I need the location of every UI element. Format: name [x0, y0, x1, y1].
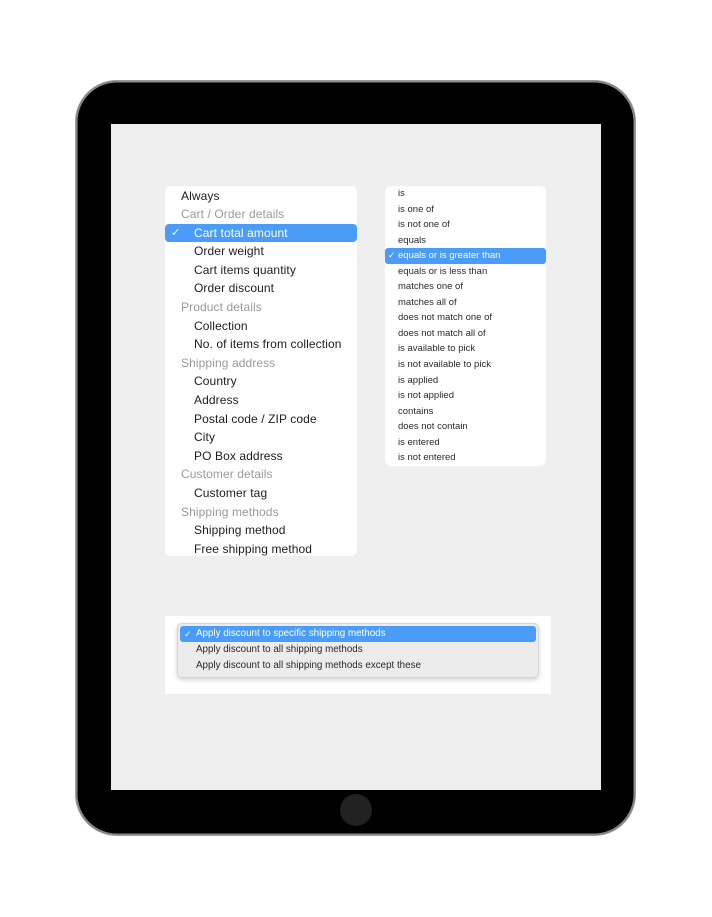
menu-item-label: Always: [181, 188, 220, 203]
dropdown-option-label: Apply discount to all shipping methods e…: [196, 660, 421, 671]
operator-item-label: is not available to pick: [398, 359, 491, 371]
menu-item-customer-tag[interactable]: Customer tag: [165, 484, 357, 503]
operator-item-label: equals: [398, 234, 426, 246]
checkmark-icon: ✓: [171, 226, 181, 239]
dropdown-option-apply-discount-to-specific-shipping-methods[interactable]: ✓ Apply discount to specific shipping met…: [180, 626, 536, 642]
operator-item-is-applied[interactable]: is applied: [385, 373, 546, 389]
operator-item-matches-all-of[interactable]: matches all of: [385, 295, 546, 311]
operator-item-equals-or-is-less-than[interactable]: equals or is less than: [385, 264, 546, 280]
menu-item-cart-items-quantity[interactable]: Cart items quantity: [165, 261, 357, 280]
condition-menu: Always Cart / Order details ✓ Cart total am…: [165, 186, 357, 556]
menu-item-label: Order discount: [194, 281, 275, 296]
operator-item-label: matches one of: [398, 281, 463, 293]
operator-item-is-available-to-pick[interactable]: is available to pick: [385, 341, 546, 357]
menu-item-label: Shipping methods: [181, 504, 279, 519]
menu-item-collection[interactable]: Collection: [165, 317, 357, 336]
menu-item-label: Cart items quantity: [194, 262, 296, 277]
operator-item-label: contains: [398, 405, 434, 417]
menu-item-label: Cart total amount: [194, 225, 288, 240]
operator-item-label: is entered: [398, 436, 440, 448]
operator-item-is-entered[interactable]: is entered: [385, 435, 546, 451]
menu-group-shipping-address: Shipping address: [165, 354, 357, 373]
menu-item-label: Free shipping method: [194, 541, 313, 556]
menu-item-country[interactable]: Country: [165, 372, 357, 391]
menu-item-label: Collection: [194, 318, 248, 333]
menu-item-cart-total-amount[interactable]: ✓ Cart total amount: [165, 223, 357, 243]
operator-item-is-not-one-of[interactable]: is not one of: [385, 217, 546, 233]
menu-item-postal-code-zip-code[interactable]: Postal code / ZIP code: [165, 410, 357, 429]
operator-item-label: is applied: [398, 374, 439, 386]
operator-item-contains[interactable]: contains: [385, 404, 546, 420]
operator-item-label: equals or is greater than: [398, 250, 501, 262]
dropdown-option-apply-discount-to-all-shipping-methods-except-these[interactable]: Apply discount to all shipping methods e…: [180, 658, 536, 674]
operator-item-label: is: [398, 188, 405, 199]
menu-item-label: Customer tag: [194, 486, 268, 500]
menu-item-city[interactable]: City: [165, 428, 357, 447]
checkmark-icon: ✓: [184, 629, 192, 639]
menu-item-label: Shipping method: [194, 523, 286, 538]
operator-item-matches-one-of[interactable]: matches one of: [385, 279, 546, 295]
menu-item-label: Customer details: [181, 467, 273, 482]
menu-item-address[interactable]: Address: [165, 391, 357, 410]
operator-item-label: does not match all of: [398, 327, 486, 339]
menu-item-label: No. of items from collection: [194, 337, 342, 352]
menu-item-label: Product details: [181, 300, 262, 315]
operator-item-equals[interactable]: equals: [385, 233, 546, 249]
menu-group-product-details: Product details: [165, 298, 357, 317]
discount-panel: ✓ Apply discount to specific shipping met…: [165, 616, 551, 694]
operator-menu: is is one of is not one of equals ✓ equals or…: [385, 186, 546, 466]
operator-item-equals-or-is-greater-than[interactable]: ✓ equals or is greater than: [385, 248, 546, 264]
checkmark-icon: ✓: [388, 250, 396, 261]
operator-item-does-not-contain[interactable]: does not contain: [385, 419, 546, 435]
menu-item-label: Postal code / ZIP code: [194, 411, 317, 426]
menu-item-label: City: [194, 430, 216, 445]
operator-item-does-not-match-all-of[interactable]: does not match all of: [385, 326, 546, 342]
menu-item-free-shipping-method[interactable]: Free shipping method: [165, 540, 357, 559]
operator-item-does-not-match-one-of[interactable]: does not match one of: [385, 310, 546, 326]
operator-item-label: equals or is less than: [398, 265, 488, 277]
menu-item-label: Cart / Order details: [181, 207, 285, 222]
menu-item-always[interactable]: Always: [165, 187, 357, 206]
menu-item-order-discount[interactable]: Order discount: [165, 279, 357, 298]
operator-item-label: does not match one of: [398, 312, 493, 324]
home-button[interactable]: [340, 794, 372, 826]
menu-group-cart-order-details: Cart / Order details: [165, 205, 357, 224]
operator-item-label: is available to pick: [398, 343, 476, 355]
discount-scope-dropdown[interactable]: ✓ Apply discount to specific shipping met…: [177, 623, 539, 678]
menu-item-no-of-items-from-collection[interactable]: No. of items from collection: [165, 335, 357, 354]
menu-group-customer-details: Customer details: [165, 465, 357, 484]
operator-item-is[interactable]: is: [385, 186, 546, 202]
menu-group-shipping-methods: Shipping methods: [165, 503, 357, 522]
operator-item-label: is one of: [398, 203, 434, 215]
operator-item-is-not-entered[interactable]: is not entered: [385, 450, 546, 466]
menu-item-label: PO Box address: [194, 448, 283, 463]
menu-item-order-weight[interactable]: Order weight: [165, 242, 357, 261]
menu-item-label: Order weight: [194, 244, 264, 259]
operator-item-is-not-available-to-pick[interactable]: is not available to pick: [385, 357, 546, 373]
dropdown-option-apply-discount-to-all-shipping-methods[interactable]: Apply discount to all shipping methods: [180, 642, 536, 658]
operator-item-label: is not entered: [398, 452, 456, 464]
operator-item-label: is not applied: [398, 390, 454, 402]
menu-item-label: Shipping address: [181, 355, 276, 370]
operator-item-is-one-of[interactable]: is one of: [385, 202, 546, 218]
menu-item-shipping-method[interactable]: Shipping method: [165, 521, 357, 540]
dropdown-option-label: Apply discount to specific shipping meth…: [196, 628, 386, 639]
dropdown-option-label: Apply discount to all shipping methods: [196, 644, 363, 655]
menu-item-po-box-address[interactable]: PO Box address: [165, 447, 357, 466]
operator-item-is-not-applied[interactable]: is not applied: [385, 388, 546, 404]
operator-item-label: is not one of: [398, 219, 450, 231]
menu-item-label: Address: [194, 393, 239, 408]
operator-item-label: does not contain: [398, 421, 468, 433]
operator-item-label: matches all of: [398, 296, 457, 308]
menu-item-label: Country: [194, 374, 237, 389]
